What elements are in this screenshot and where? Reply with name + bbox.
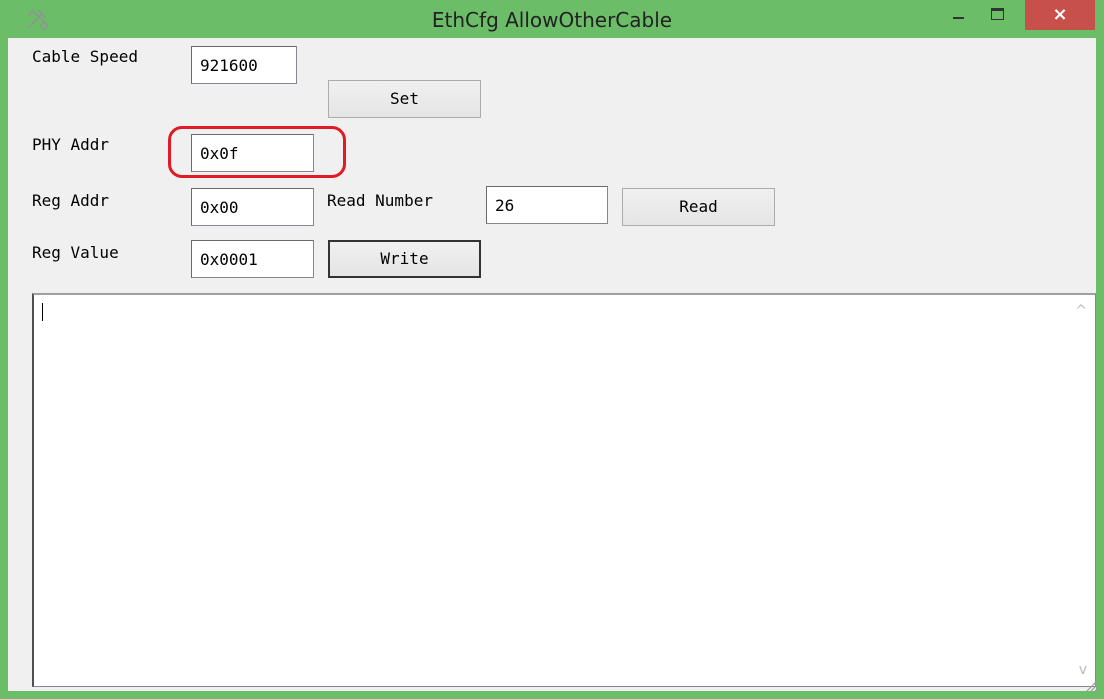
window-title: EthCfg AllowOtherCable [431,8,673,32]
app-window: EthCfg AllowOtherCable × Cable Speed 921… [0,0,1104,699]
title-bar[interactable]: EthCfg AllowOtherCable × [0,0,1104,38]
write-button[interactable]: Write [328,240,481,278]
reg-addr-input[interactable]: 0x00 [191,188,314,226]
output-textarea[interactable]: ^ v [32,293,1096,687]
set-button[interactable]: Set [328,80,481,118]
cable-speed-label: Cable Speed [32,47,138,66]
highlight-annotation [168,126,346,178]
read-number-label: Read Number [327,191,433,210]
cable-speed-input[interactable]: 921600 [191,46,297,84]
close-icon: × [1052,4,1068,25]
minimize-icon [953,17,964,19]
reg-value-input[interactable]: 0x0001 [191,240,314,278]
reg-addr-label: Reg Addr [32,191,110,210]
text-caret [42,303,43,321]
read-number-input[interactable]: 26 [486,186,608,224]
phy-addr-label: PHY Addr [32,135,110,154]
reg-value-label: Reg Value [32,243,119,262]
read-button[interactable]: Read [622,188,775,226]
close-button[interactable]: × [1025,0,1095,30]
scroll-up-icon[interactable]: ^ [1075,303,1087,319]
scroll-down-icon[interactable]: v [1079,662,1087,678]
minimize-button[interactable] [940,0,976,30]
maximize-icon [991,8,1004,20]
resize-grip-icon[interactable] [1084,678,1098,692]
maximize-button[interactable] [982,0,1018,30]
